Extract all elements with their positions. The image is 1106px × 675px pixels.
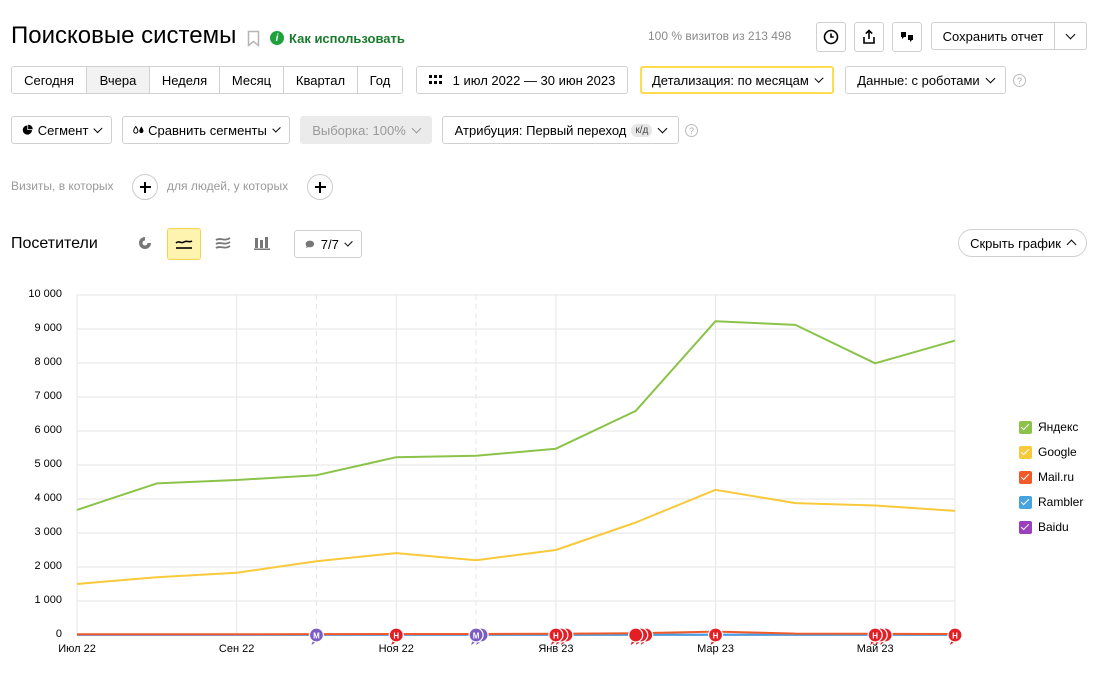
legend-label: Mail.ru [1038,470,1075,484]
legend-item[interactable]: Rambler [1019,495,1083,509]
annotation-marker [628,627,644,643]
series-line [76,320,956,511]
checkbox-icon[interactable] [1019,520,1032,534]
annotation-letter: Н [952,632,958,641]
legend-item[interactable]: Baidu [1019,520,1069,534]
checkbox-icon[interactable] [1019,470,1032,484]
checkbox-icon[interactable] [1019,495,1032,509]
legend-label: Baidu [1038,520,1069,534]
legend-label: Google [1038,445,1077,459]
annotation-letter: Н [713,632,719,641]
series-line [77,630,956,636]
legend-item[interactable]: Google [1019,445,1077,459]
line-chart: МНМНМННН [76,294,963,645]
checkbox-icon[interactable] [1019,445,1032,459]
annotation-letter: Н [393,632,399,641]
legend-label: Rambler [1038,495,1084,509]
annotation-letter: М [313,632,320,641]
legend-item[interactable]: Mail.ru [1019,470,1074,484]
annotation-letter: М [473,632,480,641]
series-line [76,488,956,585]
legend-label: Яндекс [1038,420,1079,434]
annotation-letter: Н [872,632,878,641]
checkbox-icon[interactable] [1019,420,1032,434]
legend-item[interactable]: Яндекс [1019,420,1078,434]
annotation-letter: Н [553,632,559,641]
